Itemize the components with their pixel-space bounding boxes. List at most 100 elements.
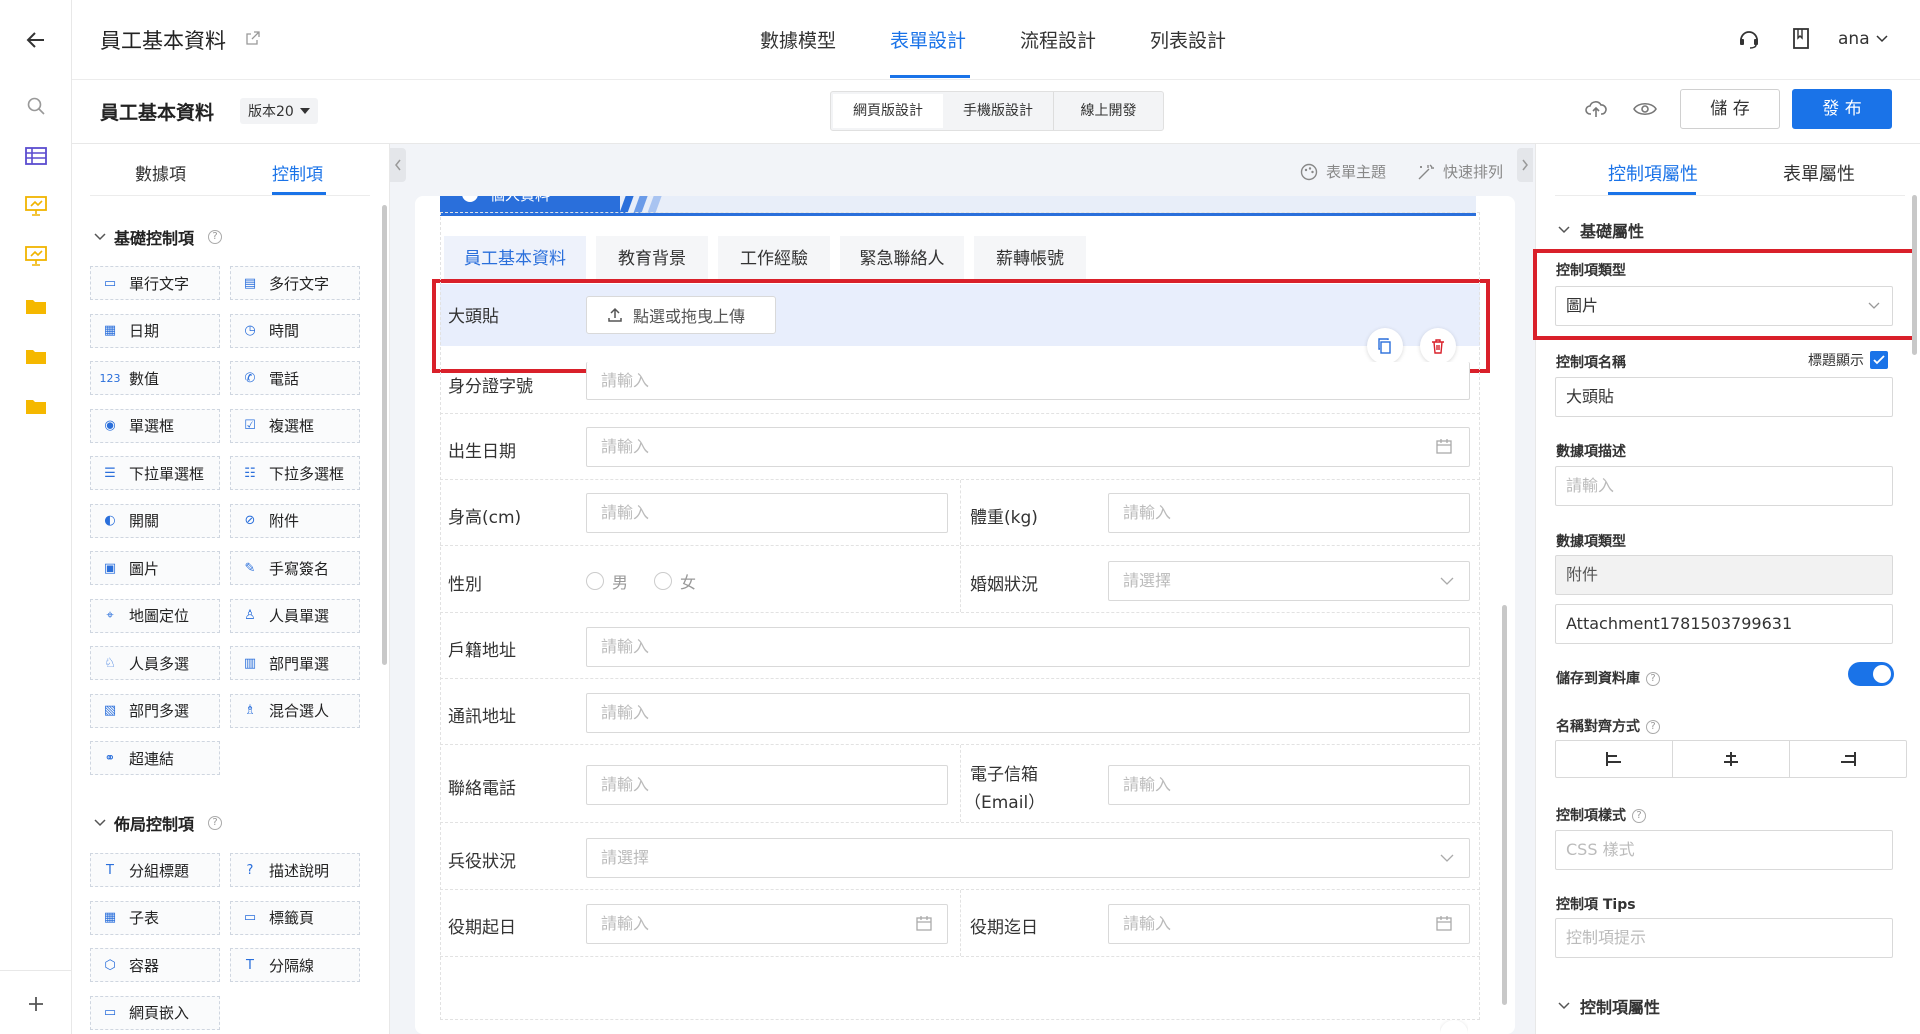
help-icon[interactable]: ?: [208, 230, 223, 244]
control-item[interactable]: ◷ 時間: [230, 313, 360, 348]
control-item[interactable]: ☷ 下拉多選框: [230, 456, 360, 490]
dashboard-icon-2[interactable]: [22, 242, 50, 270]
search-icon[interactable]: [22, 92, 50, 120]
control-item[interactable]: ♙ 人員單選: [230, 598, 360, 633]
control-item[interactable]: ? 描述說明: [230, 853, 360, 887]
gender-female-radio[interactable]: 女: [654, 569, 696, 593]
quick-arrange-button[interactable]: 快速排列: [1417, 161, 1503, 182]
domicile-address-input[interactable]: 請輸入: [586, 627, 1470, 667]
tab-data-items[interactable]: 數據項: [135, 160, 186, 185]
external-link-icon[interactable]: [246, 31, 260, 45]
control-item[interactable]: ✎ 手寫簽名: [230, 551, 360, 585]
control-item[interactable]: ▭ 單行文字: [90, 266, 220, 300]
data-code-input[interactable]: Attachment1781503799631: [1555, 604, 1893, 644]
control-item[interactable]: ▭ 標籤頁: [230, 900, 360, 935]
publish-button[interactable]: 發 布: [1792, 89, 1892, 129]
form-tab-education[interactable]: 教育背景: [596, 236, 708, 282]
control-item[interactable]: ⚭ 超連結: [90, 741, 220, 775]
folder-icon[interactable]: [22, 342, 50, 370]
folder-icon[interactable]: [22, 292, 50, 320]
basic-properties-header[interactable]: 基礎屬性: [1558, 218, 1644, 242]
checkbox-checked-icon[interactable]: [1870, 351, 1888, 369]
birth-date-input[interactable]: 請輸入: [586, 427, 1470, 467]
control-item[interactable]: ▣ 圖片: [90, 551, 220, 585]
align-right-button[interactable]: [1790, 741, 1906, 777]
control-item[interactable]: ▤ 多行文字: [230, 266, 360, 300]
form-tab-work-experience[interactable]: 工作經驗: [718, 236, 830, 282]
email-input[interactable]: 請輸入: [1108, 765, 1470, 805]
properties-scrollbar[interactable]: [1912, 195, 1917, 355]
marital-status-select[interactable]: 請選擇: [1108, 561, 1470, 601]
book-icon[interactable]: [1792, 28, 1810, 50]
tab-control-properties[interactable]: 控制項屬性: [1608, 160, 1698, 186]
plus-icon[interactable]: [22, 990, 50, 1018]
form-tab-salary-account[interactable]: 薪轉帳號: [974, 236, 1086, 282]
tab-controls[interactable]: 控制項: [272, 160, 323, 185]
control-properties-header[interactable]: 控制項屬性: [1558, 994, 1660, 1018]
user-menu[interactable]: ana: [1838, 29, 1888, 49]
data-desc-input[interactable]: 請輸入: [1555, 466, 1893, 506]
phone-input[interactable]: 請輸入: [586, 765, 948, 805]
control-name-input[interactable]: 大頭貼: [1555, 377, 1893, 417]
help-icon[interactable]: ?: [208, 816, 223, 830]
control-item[interactable]: ♘ 人員多選: [90, 646, 220, 680]
dashboard-icon[interactable]: [22, 192, 50, 220]
service-start-input[interactable]: 請輸入: [586, 904, 948, 944]
align-left-button[interactable]: [1556, 741, 1673, 777]
control-item[interactable]: ▧ 部門多選: [90, 693, 220, 728]
headset-icon[interactable]: [1738, 28, 1760, 50]
delete-section-button[interactable]: [1440, 1020, 1468, 1034]
form-tab-emergency-contact[interactable]: 緊急聯絡人: [840, 236, 964, 282]
help-icon[interactable]: ?: [1646, 719, 1660, 734]
segment-mobile[interactable]: 手機版設計: [943, 92, 1053, 130]
css-style-input[interactable]: CSS 樣式: [1555, 830, 1893, 870]
tab-form-properties[interactable]: 表單屬性: [1783, 160, 1855, 186]
help-icon[interactable]: ?: [1646, 671, 1660, 686]
align-center-button[interactable]: [1673, 741, 1790, 777]
save-db-toggle[interactable]: [1848, 662, 1894, 686]
tab-list-design[interactable]: 列表設計: [1150, 26, 1226, 53]
folder-icon[interactable]: [22, 392, 50, 420]
tab-data-model[interactable]: 數據模型: [760, 26, 836, 53]
mailing-address-input[interactable]: 請輸入: [586, 693, 1470, 733]
basic-controls-header[interactable]: 基礎控制項 ?: [94, 225, 223, 249]
control-item[interactable]: T 分隔線: [230, 948, 360, 982]
list-view-icon[interactable]: [22, 142, 50, 170]
collapse-right-handle[interactable]: [1517, 148, 1533, 182]
control-item[interactable]: ⊘ 附件: [230, 503, 360, 538]
control-item[interactable]: ☑ 複選框: [230, 408, 360, 443]
form-theme-button[interactable]: 表單主題: [1300, 161, 1386, 182]
control-item[interactable]: 123 數值: [90, 361, 220, 395]
show-title-toggle[interactable]: 標題顯示: [1808, 350, 1888, 370]
collapse-left-handle[interactable]: [390, 148, 406, 182]
version-select[interactable]: 版本20: [240, 98, 318, 124]
layout-controls-header[interactable]: 佈局控制項 ?: [94, 811, 223, 835]
gender-male-radio[interactable]: 男: [586, 569, 628, 593]
control-item[interactable]: ◐ 開關: [90, 503, 220, 538]
preview-eye-icon[interactable]: [1633, 101, 1657, 117]
help-icon[interactable]: ?: [1632, 808, 1646, 823]
control-item[interactable]: ✆ 電話: [230, 361, 360, 395]
form-tab-basic-info[interactable]: 員工基本資料: [444, 236, 586, 282]
control-item[interactable]: ◉ 單選框: [90, 408, 220, 443]
tab-form-design[interactable]: 表單設計: [890, 26, 966, 53]
service-end-input[interactable]: 請輸入: [1108, 904, 1470, 944]
segment-web[interactable]: 網頁版設計: [833, 94, 943, 128]
segment-online-dev[interactable]: 線上開發: [1053, 92, 1163, 130]
military-status-select[interactable]: 請選擇: [586, 838, 1470, 878]
control-item[interactable]: ▭ 網頁嵌入: [90, 995, 220, 1030]
control-item[interactable]: T 分組標題: [90, 853, 220, 887]
control-item[interactable]: ⬡ 容器: [90, 948, 220, 982]
height-input[interactable]: 請輸入: [586, 493, 948, 533]
save-button[interactable]: 儲 存: [1680, 89, 1780, 129]
control-item[interactable]: ▦ 日期: [90, 313, 220, 348]
canvas-scrollbar[interactable]: [1502, 605, 1507, 1005]
scrollbar[interactable]: [382, 205, 387, 665]
back-arrow-icon[interactable]: [22, 26, 50, 54]
control-item[interactable]: ⌖ 地圖定位: [90, 598, 220, 633]
tips-input[interactable]: 控制項提示: [1555, 918, 1893, 958]
control-item[interactable]: ▥ 部門單選: [230, 646, 360, 680]
control-item[interactable]: ♗ 混合選人: [230, 693, 360, 728]
weight-input[interactable]: 請輸入: [1108, 493, 1470, 533]
control-item[interactable]: ☰ 下拉單選框: [90, 456, 220, 490]
